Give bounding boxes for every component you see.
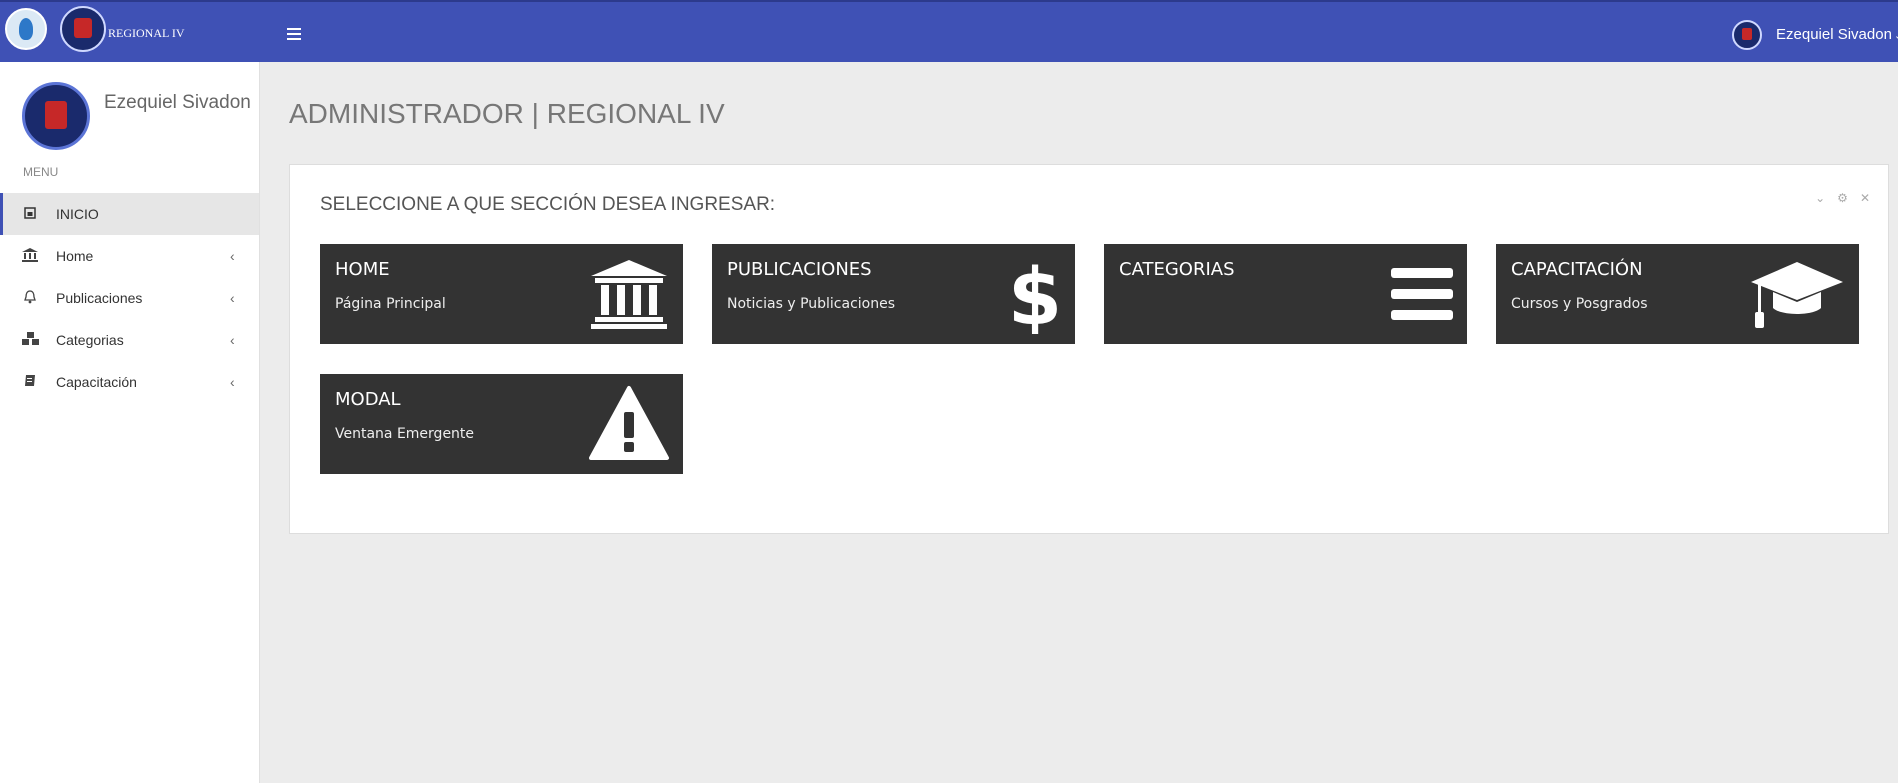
- profile-name: Ezequiel Sivadon: [104, 92, 251, 113]
- warning-icon: [587, 384, 671, 464]
- tile-subtitle: Ventana Emergente: [335, 426, 475, 442]
- chevron-down-icon: ⌄: [1894, 30, 1898, 42]
- tile-title: CATEGORIAS: [1119, 259, 1235, 280]
- close-icon[interactable]: ✕: [1860, 191, 1870, 205]
- sidebar-item-home[interactable]: Home ‹: [0, 235, 259, 277]
- tile-home[interactable]: HOME Página Principal: [320, 244, 683, 344]
- bank-icon: [587, 254, 671, 334]
- tile-publicaciones[interactable]: PUBLICACIONES Noticias y Publicaciones $: [712, 244, 1075, 344]
- cubes-icon: [22, 331, 39, 349]
- tile-title: HOME: [335, 259, 390, 280]
- panel-tools: ⌄ ⚙ ✕: [1815, 191, 1870, 205]
- tile-title: MODAL: [335, 389, 401, 410]
- profile-avatar: [22, 82, 90, 150]
- graduation-cap-icon: [1747, 254, 1847, 334]
- page-title: ADMINISTRADOR | REGIONAL IV: [289, 98, 725, 129]
- chevron-left-icon: ‹: [230, 290, 235, 306]
- tile-title: PUBLICACIONES: [727, 259, 872, 280]
- sidebar-item-label: Categorias: [56, 332, 124, 348]
- bell-icon: [22, 289, 38, 307]
- bank-icon: [22, 247, 38, 265]
- sidebar-menu: INICIO Home ‹ Publicaciones ‹ Categorias…: [0, 193, 259, 403]
- list-icon: [1371, 254, 1455, 334]
- user-name: Ezequiel Sivadon: [1776, 26, 1892, 43]
- user-menu-button[interactable]: Ezequiel Sivadon⌄: [1776, 26, 1898, 43]
- tile-capacitacion[interactable]: CAPACITACIÓN Cursos y Posgrados: [1496, 244, 1859, 344]
- sidebar-item-inicio[interactable]: INICIO: [0, 193, 259, 235]
- top-navbar: REGIONAL IV Ezequiel Sivadon⌄: [0, 0, 1898, 62]
- sidebar-item-capacitacion[interactable]: Capacitación ‹: [0, 361, 259, 403]
- sidebar-item-label: Publicaciones: [56, 290, 143, 306]
- sidebar-item-label: INICIO: [56, 206, 99, 222]
- tile-modal[interactable]: MODAL Ventana Emergente: [320, 374, 683, 474]
- book-icon: [22, 374, 38, 391]
- regional-logo-icon[interactable]: [60, 6, 106, 52]
- sections-panel: SELECCIONE A QUE SECCIÓN DESEA INGRESAR:…: [289, 164, 1889, 534]
- svg-text:$: $: [1008, 254, 1062, 334]
- sidebar: Ezequiel Sivadon MENU INICIO Home ‹ Publ…: [0, 62, 260, 783]
- tile-categorias[interactable]: CATEGORIAS: [1104, 244, 1467, 344]
- gear-icon[interactable]: ⚙: [1837, 191, 1848, 205]
- dashboard-icon: [22, 206, 38, 222]
- tile-subtitle: Noticias y Publicaciones: [727, 296, 896, 312]
- sidebar-item-label: Home: [56, 248, 94, 264]
- chevron-left-icon: ‹: [230, 332, 235, 348]
- hamburger-icon[interactable]: [287, 27, 301, 45]
- tile-subtitle: Página Principal: [335, 296, 446, 312]
- chevron-left-icon: ‹: [230, 374, 235, 390]
- sidebar-item-label: Capacitación: [56, 374, 137, 390]
- chevron-left-icon: ‹: [230, 248, 235, 264]
- dollar-icon: $: [979, 253, 1063, 343]
- brand-title[interactable]: REGIONAL IV: [108, 26, 185, 41]
- app-logo-icon[interactable]: [5, 8, 47, 50]
- collapse-icon[interactable]: ⌄: [1815, 191, 1825, 205]
- sidebar-item-publicaciones[interactable]: Publicaciones ‹: [0, 277, 259, 319]
- sidebar-item-categorias[interactable]: Categorias ‹: [0, 319, 259, 361]
- tile-subtitle: Cursos y Posgrados: [1511, 296, 1648, 312]
- menu-label: MENU: [23, 165, 59, 179]
- user-avatar[interactable]: [1732, 20, 1762, 50]
- tile-title: CAPACITACIÓN: [1511, 259, 1643, 280]
- panel-heading: SELECCIONE A QUE SECCIÓN DESEA INGRESAR:: [320, 194, 776, 215]
